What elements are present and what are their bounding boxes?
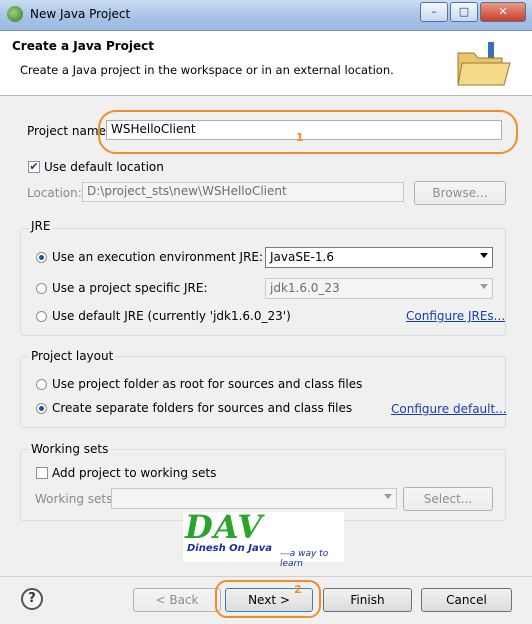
dav-watermark: DAV Dinesh On Java ---a way to learn (183, 508, 344, 569)
layout-separate-radio[interactable] (36, 403, 47, 414)
annotation-number-2: 2 (294, 583, 302, 596)
jre-env-label: Use an execution environment JRE: (52, 250, 264, 264)
page-title: Create a Java Project (12, 39, 155, 53)
project-layout-group (20, 356, 506, 428)
jre-env-select-value: JavaSE-1.6 (270, 250, 334, 264)
window-title: New Java Project (30, 7, 131, 21)
finish-button[interactable]: Finish (323, 588, 412, 612)
project-layout-group-label: Project layout (29, 349, 116, 363)
jre-specific-radio[interactable] (36, 283, 47, 294)
jre-default-label: Use default JRE (currently 'jdk1.6.0_23'… (52, 309, 291, 323)
jre-env-radio[interactable] (36, 252, 47, 263)
dav-subtagline: ---a way to learn (280, 549, 329, 569)
jre-specific-select-value: jdk1.6.0_23 (270, 281, 340, 295)
page-description: Create a Java project in the workspace o… (20, 63, 394, 77)
jre-group-label: JRE (29, 219, 53, 233)
jre-default-radio[interactable] (36, 311, 47, 322)
annotation-circle-1 (98, 110, 518, 154)
configure-default-link[interactable]: Configure default... (391, 402, 507, 416)
back-button[interactable]: < Back (133, 588, 221, 612)
dav-tagline: Dinesh On Java (187, 543, 273, 554)
working-sets-label: Working sets: (35, 492, 117, 506)
layout-root-label: Use project folder as root for sources a… (52, 377, 363, 391)
layout-separate-label: Create separate folders for sources and … (52, 401, 353, 415)
jre-env-select[interactable]: JavaSE-1.6 (265, 247, 493, 268)
annotation-number-1: 1 (296, 131, 304, 144)
cancel-button[interactable]: Cancel (421, 588, 512, 612)
location-input[interactable]: D:\project_sts\new\WSHelloClient (82, 182, 404, 202)
use-default-location-checkbox[interactable]: ✔ (28, 161, 40, 173)
jre-specific-label: Use a project specific JRE: (52, 281, 208, 295)
browse-button[interactable]: Browse... (414, 181, 506, 205)
add-to-working-sets-label: Add project to working sets (52, 466, 217, 480)
close-button[interactable]: ✕ (480, 2, 526, 22)
chevron-down-icon (480, 284, 488, 289)
location-label: Location: (27, 186, 82, 200)
folder-icon (454, 39, 516, 89)
wizard-header: Create a Java Project Create a Java proj… (0, 31, 532, 96)
use-default-location-label: Use default location (44, 160, 164, 174)
window-title-bar[interactable]: New Java Project – □ ✕ (0, 0, 532, 31)
annotation-circle-2 (215, 580, 321, 618)
minimize-button[interactable]: – (420, 2, 448, 22)
select-working-sets-button[interactable]: Select... (403, 487, 493, 511)
add-to-working-sets-checkbox[interactable] (36, 467, 48, 479)
working-sets-group-label: Working sets (29, 442, 111, 456)
eclipse-icon (7, 6, 23, 22)
chevron-down-icon (480, 253, 488, 258)
chevron-down-icon (384, 494, 392, 499)
working-sets-select[interactable] (111, 488, 397, 509)
footer-divider (0, 576, 532, 577)
layout-root-radio[interactable] (36, 379, 47, 390)
question-icon[interactable]: ? (21, 588, 43, 610)
dav-logo: DAV (185, 508, 264, 546)
configure-jres-link[interactable]: Configure JREs... (406, 309, 505, 323)
jre-specific-select[interactable]: jdk1.6.0_23 (265, 278, 493, 299)
maximize-button[interactable]: □ (450, 2, 478, 22)
